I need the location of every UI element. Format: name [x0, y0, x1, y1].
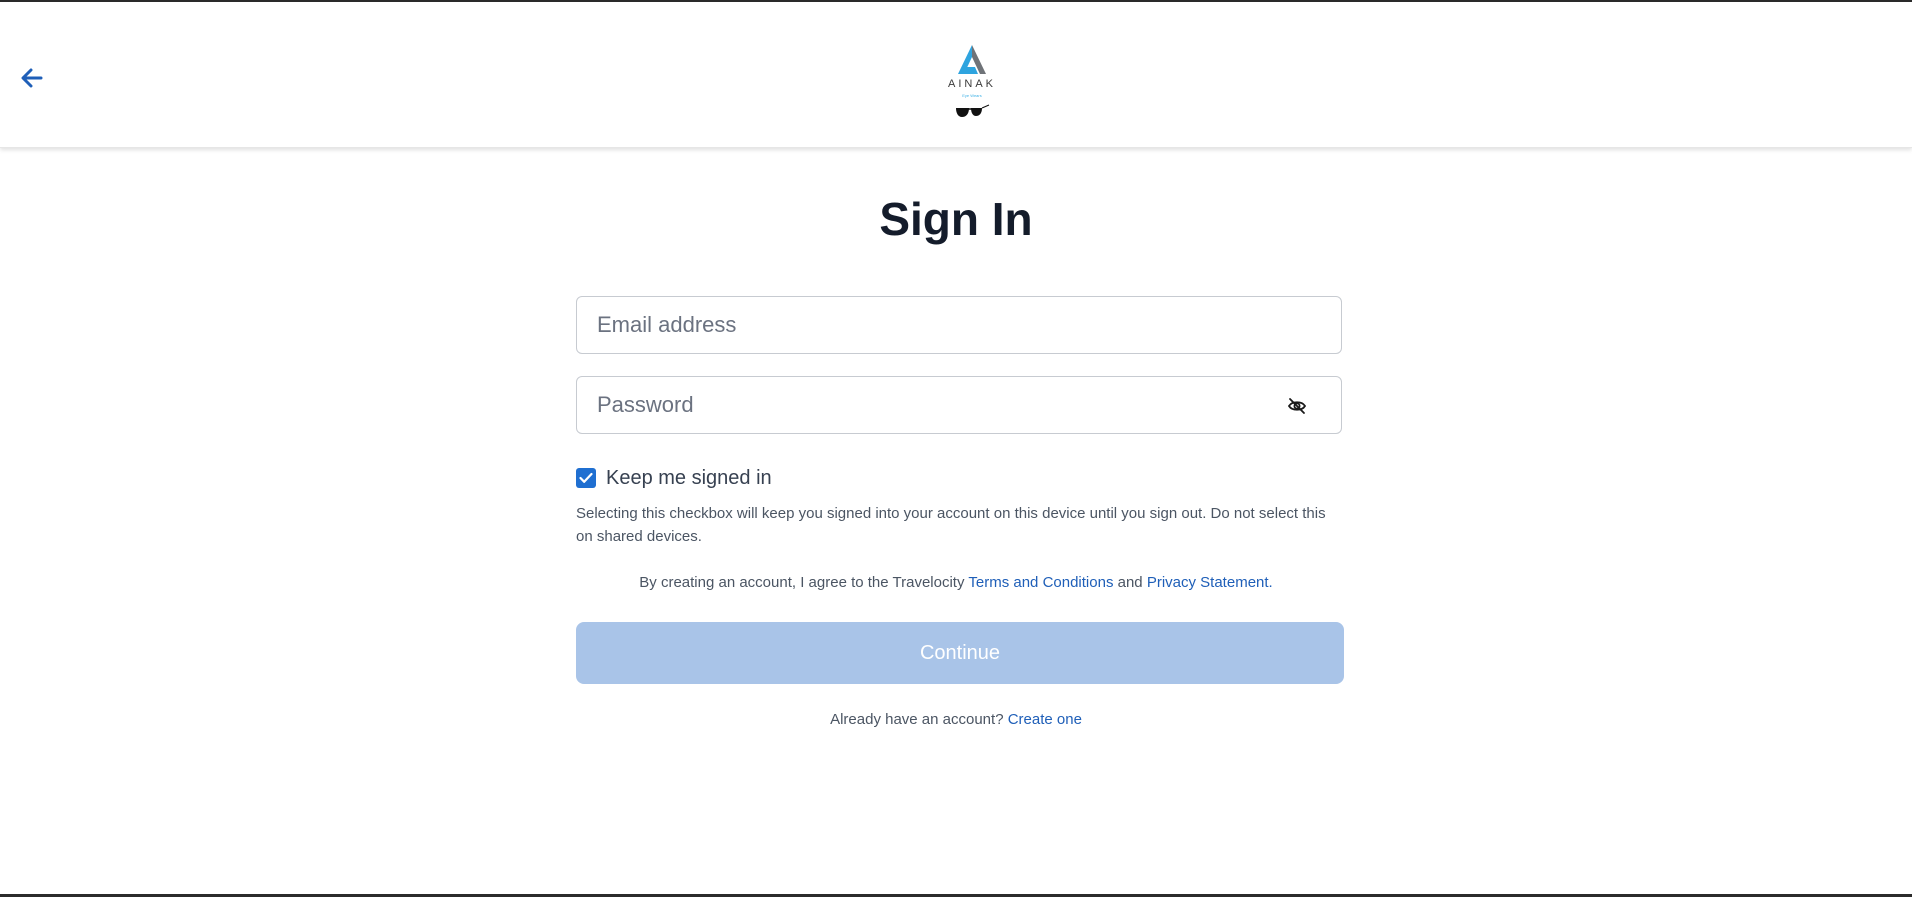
password-input[interactable] [577, 377, 1341, 433]
create-account-link[interactable]: Create one [1008, 711, 1082, 728]
eye-slash-icon[interactable] [1287, 396, 1307, 416]
header: AINAK Eye Wears [0, 2, 1912, 148]
arrow-left-icon [21, 68, 43, 88]
password-field[interactable] [576, 376, 1342, 434]
keep-signed-in-row: Keep me signed in [576, 466, 772, 490]
logo-tagline: Eye Wears [962, 93, 982, 98]
agreement-text: By creating an account, I agree to the T… [0, 574, 1912, 591]
sunglasses-icon [956, 104, 990, 117]
keep-signed-in-checkbox[interactable] [576, 468, 596, 488]
privacy-link[interactable]: Privacy Statement [1147, 574, 1269, 591]
email-input[interactable] [577, 297, 1341, 353]
back-button[interactable] [14, 60, 50, 96]
agreement-conjunction: and [1117, 574, 1143, 591]
continue-button[interactable]: Continue [576, 622, 1344, 684]
checkmark-icon [579, 472, 593, 483]
terms-link[interactable]: Terms and Conditions [968, 574, 1113, 591]
agreement-prefix: By creating an account, I agree to the T… [639, 574, 965, 591]
agreement-suffix: . [1268, 574, 1273, 591]
account-prompt: Already have an account? Create one [0, 711, 1912, 728]
keep-signed-in-help: Selecting this checkbox will keep you si… [576, 505, 1326, 545]
logo-name: AINAK [947, 78, 996, 90]
logo[interactable]: AINAK Eye Wears [940, 42, 1004, 128]
account-prompt-text: Already have an account? [830, 711, 1004, 728]
page-title: Sign In [879, 193, 1033, 245]
keep-signed-in-label[interactable]: Keep me signed in [606, 467, 772, 490]
logo-mark-icon [958, 45, 986, 74]
sign-in-page: AINAK Eye Wears Sign In Keep me signe [0, 0, 1912, 897]
email-field[interactable] [576, 296, 1342, 354]
